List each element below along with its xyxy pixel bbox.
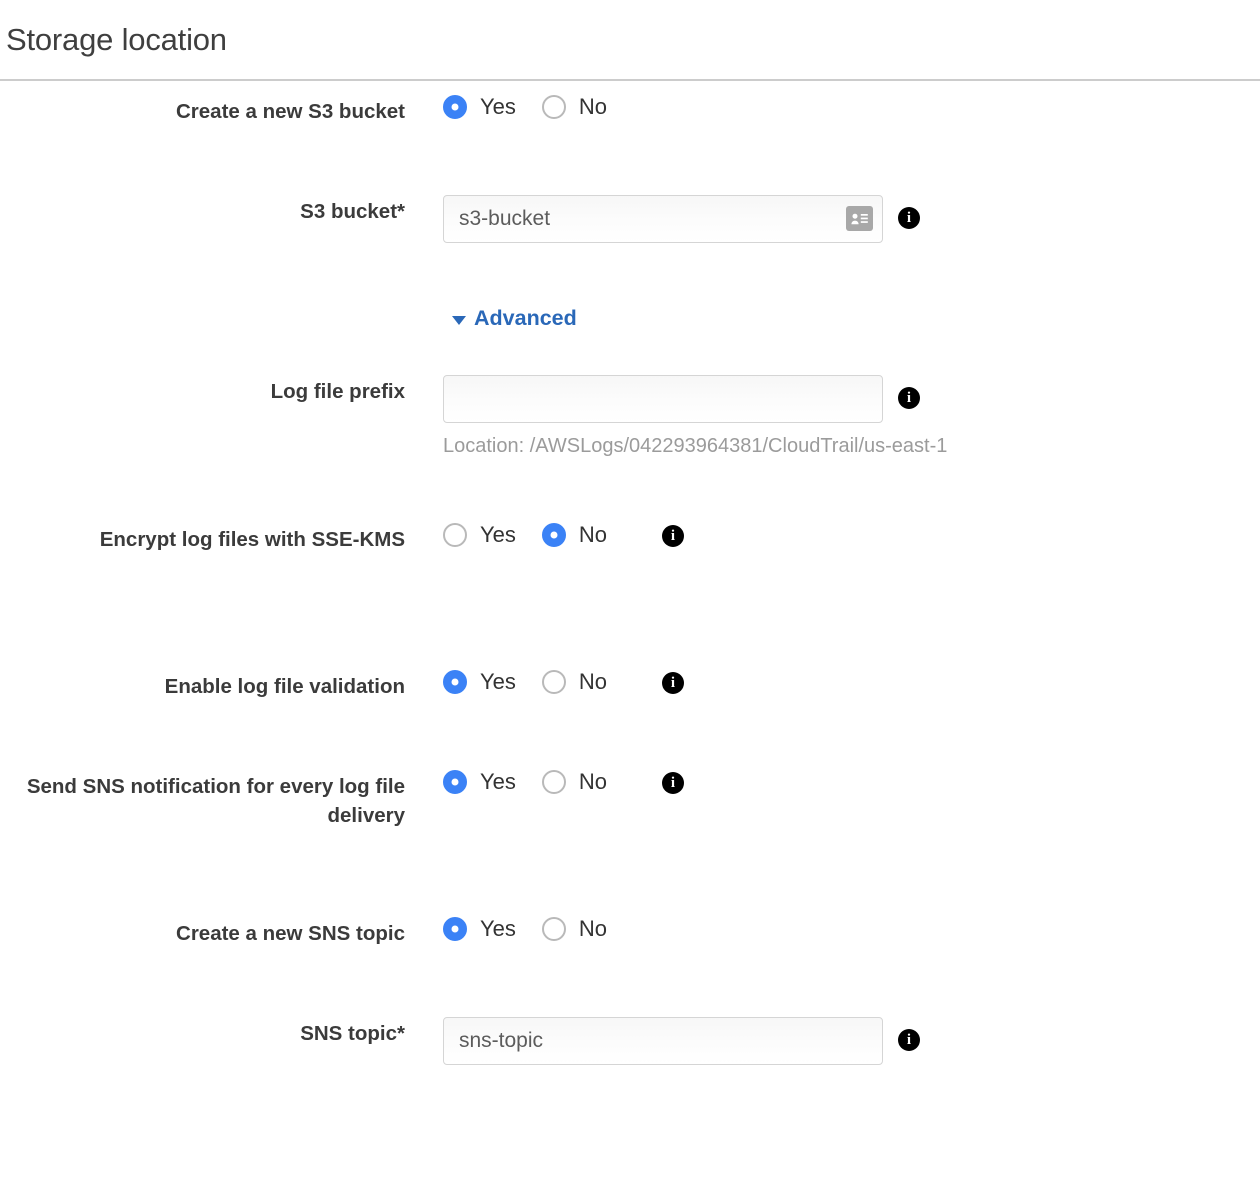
radio-label-yes: Yes: [480, 671, 516, 693]
address-book-icon[interactable]: [846, 206, 873, 231]
radio-dot-unselected-icon: [542, 95, 566, 119]
advanced-toggle[interactable]: Advanced: [443, 306, 577, 331]
radio-label-no: No: [579, 524, 607, 546]
sns-topic-input-wrap: [443, 1017, 883, 1065]
radio-dot-unselected-icon: [542, 670, 566, 694]
radio-label-no: No: [579, 96, 607, 118]
radio-label-no: No: [579, 771, 607, 793]
radio-dot-unselected-icon: [542, 917, 566, 941]
radio-label-no: No: [579, 671, 607, 693]
radio-encrypt-sse-kms-yes[interactable]: Yes: [443, 523, 516, 547]
radio-label-yes: Yes: [480, 771, 516, 793]
radio-create-bucket-yes[interactable]: Yes: [443, 95, 516, 119]
page-title: Storage location: [6, 24, 227, 55]
form-row-log-file-validation: Enable log file validation Yes No i: [0, 670, 1260, 770]
info-icon-s3-bucket[interactable]: i: [898, 207, 920, 229]
page-header: Storage location: [0, 0, 1260, 81]
radio-log-file-validation-no[interactable]: No: [542, 670, 607, 694]
form-row-log-file-prefix: Log file prefix i Location: /AWSLogs/042…: [0, 375, 1260, 523]
radio-group-log-file-validation: Yes No: [443, 670, 633, 694]
form-row-create-bucket: Create a new S3 bucket Yes No: [0, 95, 1260, 195]
label-s3-bucket: S3 bucket*: [0, 195, 405, 226]
form-row-create-sns-topic: Create a new SNS topic Yes No: [0, 917, 1260, 1017]
storage-location-form: Create a new S3 bucket Yes No S3 bucket*: [0, 81, 1260, 1116]
radio-label-no: No: [579, 918, 607, 940]
s3-bucket-input[interactable]: [443, 195, 883, 243]
radio-label-yes: Yes: [480, 918, 516, 940]
radio-group-encrypt-sse-kms: Yes No: [443, 523, 633, 547]
radio-dot-selected-icon: [542, 523, 566, 547]
info-icon-log-file-prefix[interactable]: i: [898, 387, 920, 409]
label-create-bucket: Create a new S3 bucket: [0, 95, 405, 126]
radio-group-create-bucket: Yes No: [443, 95, 633, 119]
log-file-prefix-input-wrap: [443, 375, 883, 423]
log-file-prefix-location-text: Location: /AWSLogs/042293964381/CloudTra…: [443, 434, 947, 458]
label-sns-notification: Send SNS notification for every log file…: [0, 770, 405, 830]
form-row-encrypt-sse-kms: Encrypt log files with SSE-KMS Yes No i: [0, 523, 1260, 670]
radio-group-create-sns-topic: Yes No: [443, 917, 633, 941]
label-log-file-prefix: Log file prefix: [0, 375, 405, 406]
log-file-prefix-input[interactable]: [443, 375, 883, 423]
label-sns-topic: SNS topic*: [0, 1017, 405, 1048]
info-icon-encrypt-sse-kms[interactable]: i: [662, 525, 684, 547]
form-row-sns-notification: Send SNS notification for every log file…: [0, 770, 1260, 917]
radio-create-sns-topic-yes[interactable]: Yes: [443, 917, 516, 941]
info-icon-sns-topic[interactable]: i: [898, 1029, 920, 1051]
radio-dot-selected-icon: [443, 670, 467, 694]
radio-dot-selected-icon: [443, 917, 467, 941]
radio-label-yes: Yes: [480, 96, 516, 118]
form-row-sns-topic: SNS topic* i: [0, 1017, 1260, 1116]
radio-log-file-validation-yes[interactable]: Yes: [443, 670, 516, 694]
form-row-s3-bucket: S3 bucket* i: [0, 195, 1260, 294]
advanced-section-toggle-row: Advanced: [0, 306, 1260, 331]
sns-topic-input[interactable]: [443, 1017, 883, 1065]
radio-dot-unselected-icon: [443, 523, 467, 547]
radio-dot-unselected-icon: [542, 770, 566, 794]
info-icon-log-file-validation[interactable]: i: [662, 672, 684, 694]
advanced-toggle-label: Advanced: [474, 306, 577, 331]
advanced-spacer: [0, 306, 405, 331]
radio-dot-selected-icon: [443, 95, 467, 119]
radio-group-sns-notification: Yes No: [443, 770, 633, 794]
radio-create-bucket-no[interactable]: No: [542, 95, 607, 119]
label-create-sns-topic: Create a new SNS topic: [0, 917, 405, 948]
radio-encrypt-sse-kms-no[interactable]: No: [542, 523, 607, 547]
radio-sns-notification-yes[interactable]: Yes: [443, 770, 516, 794]
radio-sns-notification-no[interactable]: No: [542, 770, 607, 794]
label-log-file-validation: Enable log file validation: [0, 670, 405, 701]
label-encrypt-sse-kms: Encrypt log files with SSE-KMS: [0, 523, 405, 554]
s3-bucket-input-wrap: [443, 195, 883, 243]
radio-create-sns-topic-no[interactable]: No: [542, 917, 607, 941]
info-icon-sns-notification[interactable]: i: [662, 772, 684, 794]
radio-label-yes: Yes: [480, 524, 516, 546]
radio-dot-selected-icon: [443, 770, 467, 794]
chevron-down-icon: [452, 316, 466, 325]
